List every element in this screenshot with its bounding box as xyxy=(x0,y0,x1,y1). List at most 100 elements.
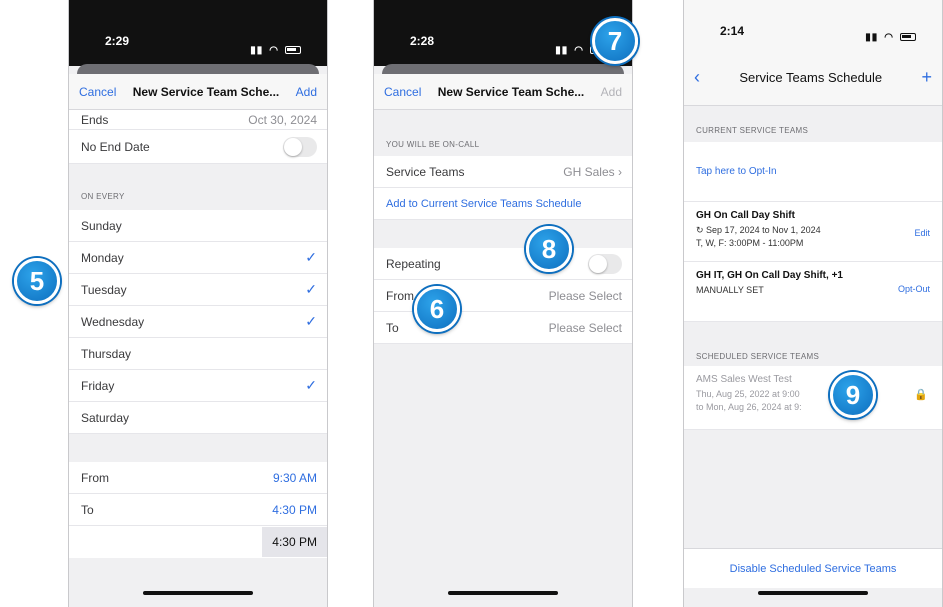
service-teams-selected: GH Sales xyxy=(563,164,615,179)
scheduled-item[interactable]: AMS Sales West Test Thu, Aug 25, 2022 at… xyxy=(684,366,942,430)
from-label: From xyxy=(81,470,109,485)
scheduled-start: Thu, Aug 25, 2022 at 9:00 xyxy=(696,389,800,399)
to-label: To xyxy=(81,502,94,517)
phone-screen-3: 2:14 ▮▮ ◠ ‹ Service Teams Schedule + CUR… xyxy=(683,0,943,607)
edit-button[interactable]: Edit xyxy=(914,228,930,238)
scheduled-teams-header: SCHEDULED SERVICE TEAMS xyxy=(696,352,820,361)
service-teams-label: Service Teams xyxy=(386,164,465,179)
current-teams-header: CURRENT SERVICE TEAMS xyxy=(696,126,809,135)
status-time: 2:29 xyxy=(105,34,130,48)
signal-icon: ▮▮ xyxy=(865,31,879,43)
battery-icon xyxy=(285,46,301,54)
day-label: Saturday xyxy=(81,410,130,425)
day-label: Wednesday xyxy=(81,314,145,329)
home-indicator xyxy=(143,591,253,595)
home-indicator xyxy=(448,591,558,595)
repeat-icon: ↻ xyxy=(696,225,707,235)
from-row[interactable]: From Please Select xyxy=(374,280,632,312)
footer-bar: Disable Scheduled Service Teams xyxy=(684,548,942,588)
repeat-section: Repeating From Please Select To Please S… xyxy=(374,248,632,344)
days-section: Sunday Monday ✓ Tuesday ✓ Wednesday ✓ Thurs… xyxy=(69,210,327,434)
checkmark-icon: ✓ xyxy=(305,377,317,393)
shift-item[interactable]: GH On Call Day Shift ↻ Sep 17, 2024 to N… xyxy=(684,202,942,262)
no-end-date-label: No End Date xyxy=(81,139,150,154)
service-teams-value: GH Sales › xyxy=(563,165,622,179)
signal-icon: ▮▮ xyxy=(555,44,569,56)
day-label: Monday xyxy=(81,250,124,265)
day-row[interactable]: Thursday xyxy=(69,338,327,370)
status-bar: 2:14 ▮▮ ◠ xyxy=(684,0,942,50)
disable-scheduled-button[interactable]: Disable Scheduled Service Teams xyxy=(730,563,897,575)
cancel-button[interactable]: Cancel xyxy=(384,85,421,99)
day-label: Thursday xyxy=(81,346,132,361)
on-every-header: ON EVERY xyxy=(81,192,125,201)
scheduled-end: to Mon, Aug 26, 2024 at 9: xyxy=(696,402,802,413)
day-row[interactable]: Monday ✓ xyxy=(69,242,327,274)
shift-subtitle: MANUALLY SET xyxy=(696,285,764,295)
scheduled-teams-section: AMS Sales West Test Thu, Aug 25, 2022 at… xyxy=(684,366,942,430)
shift-item[interactable]: GH IT, GH On Call Day Shift, +1 MANUALLY… xyxy=(684,262,942,322)
step-badge-5: 5 xyxy=(14,258,60,304)
day-row[interactable]: Tuesday ✓ xyxy=(69,274,327,306)
nav-title: Service Teams Schedule xyxy=(739,70,883,85)
time-picker[interactable]: 4:30 PM xyxy=(262,527,327,557)
opt-in-link[interactable]: Tap here to Opt-In xyxy=(684,142,942,202)
day-label: Friday xyxy=(81,378,115,393)
end-date-section: Ends Oct 30, 2024 No End Date xyxy=(69,110,327,164)
status-icons: ▮▮ ◠ xyxy=(865,24,916,50)
nav-bar: Cancel New Service Team Sche... Add xyxy=(69,74,327,110)
to-value: Please Select xyxy=(548,320,622,335)
shift-date-range: Sep 17, 2024 to Nov 1, 2024 xyxy=(706,225,821,235)
no-end-date-toggle[interactable] xyxy=(283,136,317,157)
scheduled-title: AMS Sales West Test xyxy=(696,374,792,385)
checkmark-icon: ✓ xyxy=(305,313,317,329)
to-label: To xyxy=(386,320,399,335)
shift-dates: ↻ Sep 17, 2024 to Nov 1, 2024 xyxy=(696,224,930,237)
step-badge-9: 9 xyxy=(830,372,876,418)
add-button[interactable]: Add xyxy=(601,85,622,99)
plus-icon[interactable]: + xyxy=(921,68,932,86)
repeating-toggle[interactable] xyxy=(588,253,622,274)
add-to-schedule-label: Add to Current Service Teams Schedule xyxy=(386,197,582,210)
opt-in-label: Tap here to Opt-In xyxy=(696,166,777,177)
shift-title: GH On Call Day Shift xyxy=(696,210,795,221)
opt-out-button[interactable]: Opt-Out xyxy=(898,284,930,294)
lock-icon: 🔒 xyxy=(914,389,928,401)
status-time: 2:14 xyxy=(720,24,745,38)
wifi-icon: ◠ xyxy=(884,31,894,43)
from-value[interactable]: 9:30 AM xyxy=(273,471,317,485)
status-time: 2:28 xyxy=(410,34,435,48)
add-button[interactable]: Add xyxy=(296,85,317,99)
nav-bar: ‹ Service Teams Schedule + xyxy=(684,50,942,106)
checkmark-icon: ✓ xyxy=(305,249,317,265)
phone-screen-2: 2:28 ▮▮ ◠ Cancel New Service Team Sche..… xyxy=(373,0,633,607)
ends-row[interactable]: Ends Oct 30, 2024 xyxy=(69,110,327,130)
to-value[interactable]: 4:30 PM xyxy=(272,503,317,517)
day-label: Tuesday xyxy=(81,282,127,297)
back-chevron-icon[interactable]: ‹ xyxy=(694,68,700,86)
service-teams-row[interactable]: Service Teams GH Sales › xyxy=(374,156,632,188)
ends-label: Ends xyxy=(81,113,109,127)
shift-title: GH IT, GH On Call Day Shift, +1 xyxy=(696,270,843,281)
to-row[interactable]: To Please Select xyxy=(374,312,632,344)
current-teams-section: Tap here to Opt-In GH On Call Day Shift … xyxy=(684,142,942,322)
day-row[interactable]: Saturday xyxy=(69,402,327,434)
day-row[interactable]: Sunday xyxy=(69,210,327,242)
phone-screen-1: 2:29 ▮▮ ◠ Cancel New Service Team Sche..… xyxy=(68,0,328,607)
add-to-schedule-link[interactable]: Add to Current Service Teams Schedule xyxy=(374,188,632,220)
to-row[interactable]: To 4:30 PM xyxy=(69,494,327,526)
nav-bar: Cancel New Service Team Sche... Add xyxy=(374,74,632,110)
time-section: From 9:30 AM To 4:30 PM 4:30 PM xyxy=(69,462,327,558)
nav-title: New Service Team Sche... xyxy=(132,84,280,99)
from-row[interactable]: From 9:30 AM xyxy=(69,462,327,494)
day-row[interactable]: Wednesday ✓ xyxy=(69,306,327,338)
wifi-icon: ◠ xyxy=(269,44,279,56)
repeating-row: Repeating xyxy=(374,248,632,280)
day-row[interactable]: Friday ✓ xyxy=(69,370,327,402)
on-call-header: YOU WILL BE ON-CALL xyxy=(386,140,480,149)
wifi-icon: ◠ xyxy=(574,44,584,56)
home-indicator xyxy=(758,591,868,595)
cancel-button[interactable]: Cancel xyxy=(79,85,116,99)
shift-days: T, W, F: 3:00PM - 11:00PM xyxy=(696,238,804,249)
from-label: From xyxy=(386,288,414,303)
